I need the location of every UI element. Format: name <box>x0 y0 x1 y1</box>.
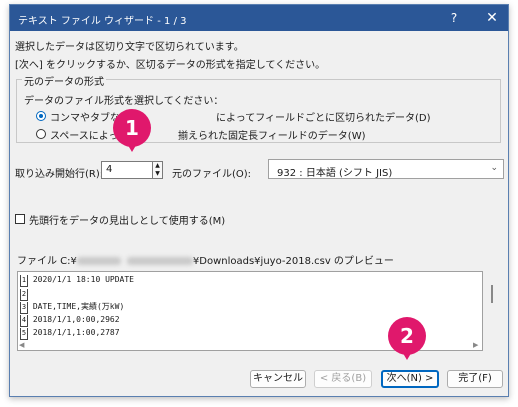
radio-fixed-width[interactable] <box>36 129 46 139</box>
preview-line: 2 <box>20 288 28 301</box>
origin-select[interactable]: 932 : 日本語 (シフト JIS) ⌄ <box>268 159 504 179</box>
preview-vertical-scrollbar[interactable] <box>486 271 500 351</box>
cancel-button[interactable]: キャンセル <box>250 370 306 388</box>
scroll-left-icon[interactable]: ◀ <box>19 341 24 349</box>
preview-label: ファイル C:¥ ¥Downloads¥juyo-2018.csv のプレビュー <box>17 256 394 267</box>
intro-text-1: 選択したデータは区切り文字で区切られています。 <box>15 42 244 53</box>
redacted-path <box>126 257 193 265</box>
preview-line: 1 2020/1/1 18:10 UPDATE <box>20 274 134 287</box>
format-prompt: データのファイル形式を選択してください： <box>24 96 224 107</box>
preview-line: 3 DATE,TIME,実績(万kW) <box>20 301 124 314</box>
chevron-down-icon: ⌄ <box>490 163 498 173</box>
title-bar: テキスト ファイル ウィザード - 1 / 3 ? ✕ <box>10 5 508 31</box>
scroll-right-icon[interactable]: ▶ <box>473 341 478 349</box>
option-fixed-label[interactable]: スペースによって右 揃えられた固定長フィールドのデータ(W) <box>50 127 366 142</box>
preview-line: 5 2018/1/1,1:00,2787 <box>20 327 120 340</box>
start-row-input[interactable]: 4 <box>101 161 153 179</box>
spinner-down-icon[interactable]: ▼ <box>153 170 162 178</box>
callout-badge-2: 2 <box>388 317 426 360</box>
origin-label: 元のファイル(O): <box>172 169 252 180</box>
redacted-path <box>76 257 121 265</box>
scrollbar-thumb[interactable] <box>491 285 493 303</box>
intro-text-2: [次へ] をクリックするか、区切るデータの形式を指定してください。 <box>15 60 326 71</box>
header-checkbox-label[interactable]: 先頭行をデータの見出しとして使用する(M) <box>29 212 225 227</box>
header-checkbox[interactable] <box>15 214 25 224</box>
preview-line: 4 2018/1/1,0:00,2962 <box>20 314 120 327</box>
origin-value: 932 : 日本語 (シフト JIS) <box>277 168 393 179</box>
help-button[interactable]: ? <box>443 8 465 28</box>
start-row-label: 取り込み開始行(R): <box>15 169 104 180</box>
option-delimited-label[interactable]: コンマやタブなどの によってフィールドごとに区切られたデータ(D) <box>50 109 431 124</box>
callout-badge-1: 1 <box>113 109 151 152</box>
text-import-wizard-dialog: テキスト ファイル ウィザード - 1 / 3 ? ✕ 選択したデータは区切り文… <box>9 4 509 397</box>
start-row-spinner[interactable]: ▲ ▼ <box>153 161 163 179</box>
close-button[interactable]: ✕ <box>480 8 504 28</box>
window-title: テキスト ファイル ウィザード - 1 / 3 <box>18 16 187 27</box>
spinner-up-icon[interactable]: ▲ <box>153 162 162 170</box>
next-button[interactable]: 次へ(N) > <box>381 370 439 388</box>
finish-button[interactable]: 完了(F) <box>447 370 503 388</box>
group-legend: 元のデータの形式 <box>22 73 106 88</box>
back-button[interactable]: < 戻る(B) <box>314 370 372 388</box>
radio-delimited[interactable] <box>36 111 46 121</box>
